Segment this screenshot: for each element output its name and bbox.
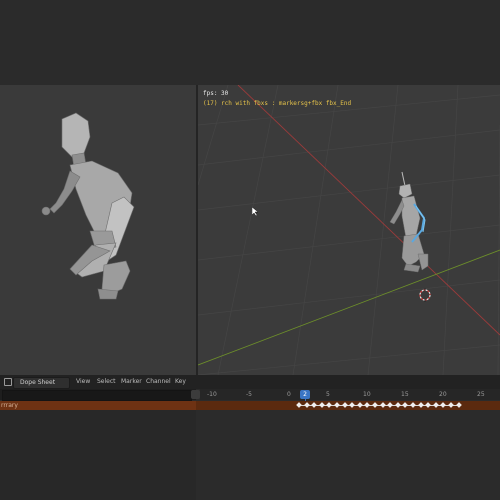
ruler-tick: 10 <box>363 391 371 398</box>
menu-view[interactable]: View <box>76 378 90 385</box>
editor-type-icon[interactable] <box>4 378 12 386</box>
frame-ruler[interactable] <box>200 389 500 400</box>
left-3d-viewport[interactable] <box>0 85 196 375</box>
menu-key[interactable]: Key <box>175 378 186 385</box>
character-model-small <box>389 171 429 273</box>
object-info-label: (17) rch with fbxs : markersg+fbx fbx_En… <box>203 100 352 107</box>
fps-label: fps: 30 <box>203 90 229 97</box>
mode-dropdown-label: Dope Sheet <box>20 379 56 386</box>
ruler-tick: 15 <box>401 391 409 398</box>
mouse-pointer-icon <box>252 207 259 217</box>
character-model-large <box>41 112 135 300</box>
channel-label: rrrary <box>1 402 18 409</box>
top-empty-area <box>0 0 500 85</box>
ruler-tick: -10 <box>207 391 217 398</box>
ruler-tick: -5 <box>246 391 252 398</box>
filter-toggle-button[interactable] <box>191 390 200 399</box>
channel-row[interactable]: rrrary <box>0 401 196 410</box>
menu-select[interactable]: Select <box>97 378 116 385</box>
current-frame-indicator[interactable]: 2 <box>300 390 310 399</box>
ruler-tick: 5 <box>326 391 330 398</box>
ruler-tick: 0 <box>287 391 291 398</box>
3d-cursor-icon[interactable] <box>418 288 432 302</box>
viewport-grid <box>198 85 500 375</box>
right-3d-viewport[interactable] <box>198 85 500 375</box>
channel-search-input[interactable] <box>2 390 192 401</box>
menu-channel[interactable]: Channel <box>146 378 171 385</box>
mode-dropdown[interactable]: Dope Sheet <box>13 377 70 389</box>
menu-marker[interactable]: Marker <box>121 378 142 385</box>
viewport-text-overlay: fps: 30 (17) rch with fbxs : markersg+fb… <box>203 90 351 107</box>
ruler-tick: 20 <box>439 391 447 398</box>
channel-list-empty <box>0 410 196 500</box>
ruler-tick: 25 <box>477 391 485 398</box>
dope-sheet-header: Dope Sheet View Select Marker Channel Ke… <box>0 375 500 389</box>
dope-sheet-empty <box>196 410 500 500</box>
